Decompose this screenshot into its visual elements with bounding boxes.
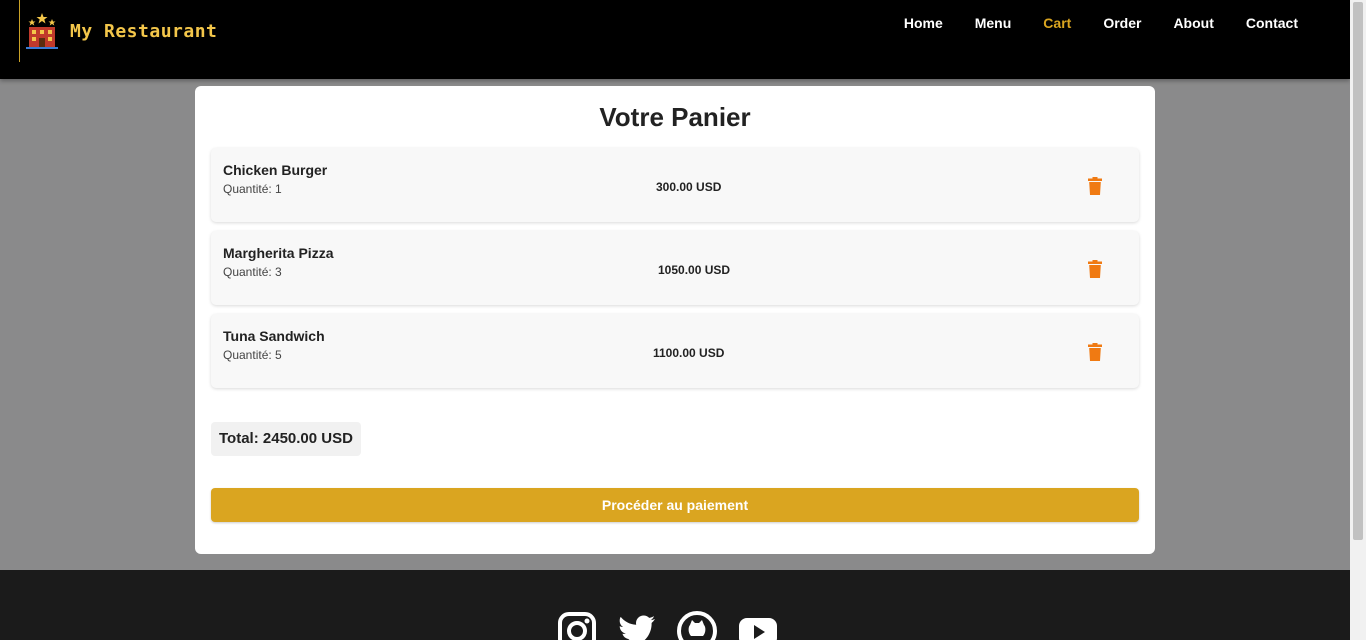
- item-name: Margherita Pizza: [223, 245, 334, 261]
- cart-item: Chicken Burger Quantité: 1 300.00 USD: [211, 148, 1139, 222]
- nav-order[interactable]: Order: [1087, 15, 1157, 31]
- trash-icon[interactable]: [1088, 343, 1102, 361]
- page-scrollbar[interactable]: [1350, 0, 1366, 640]
- restaurant-logo-icon: [26, 13, 58, 49]
- brand[interactable]: My Restaurant: [19, 0, 217, 62]
- nav-about[interactable]: About: [1157, 15, 1229, 31]
- item-name: Chicken Burger: [223, 162, 328, 178]
- checkout-button[interactable]: Procéder au paiement: [211, 488, 1139, 522]
- cart-item: Tuna Sandwich Quantité: 5 1100.00 USD: [211, 314, 1139, 388]
- nav-contact[interactable]: Contact: [1230, 15, 1314, 31]
- item-quantity: Quantité: 3: [223, 265, 282, 279]
- instagram-icon[interactable]: [557, 611, 597, 640]
- item-price: 300.00 USD: [656, 180, 722, 194]
- nav-home[interactable]: Home: [888, 15, 959, 31]
- trash-icon[interactable]: [1088, 177, 1102, 195]
- cart-item: Margherita Pizza Quantité: 3 1050.00 USD: [211, 231, 1139, 305]
- top-navbar: My Restaurant Home Menu Cart Order About…: [0, 0, 1350, 79]
- item-price: 1100.00 USD: [653, 346, 725, 360]
- nav-menu[interactable]: Menu: [959, 15, 1028, 31]
- item-price: 1050.00 USD: [658, 263, 731, 277]
- trash-icon[interactable]: [1088, 260, 1102, 278]
- scrollbar-thumb[interactable]: [1353, 2, 1363, 540]
- youtube-icon[interactable]: [738, 611, 778, 640]
- cart-title: Votre Panier: [599, 102, 751, 132]
- footer: [0, 570, 1350, 640]
- cart-panel: Votre Panier Chicken Burger Quantité: 1 …: [195, 86, 1155, 554]
- item-quantity: Quantité: 5: [223, 348, 282, 362]
- twitter-icon[interactable]: [617, 611, 657, 640]
- item-name: Tuna Sandwich: [223, 328, 325, 344]
- cart-total: Total: 2450.00 USD: [211, 422, 361, 456]
- item-quantity: Quantité: 1: [223, 182, 282, 196]
- brand-name: My Restaurant: [70, 20, 218, 42]
- nav-cart[interactable]: Cart: [1027, 15, 1087, 31]
- github-icon[interactable]: [677, 611, 717, 640]
- nav-links: Home Menu Cart Order About Contact: [888, 15, 1314, 31]
